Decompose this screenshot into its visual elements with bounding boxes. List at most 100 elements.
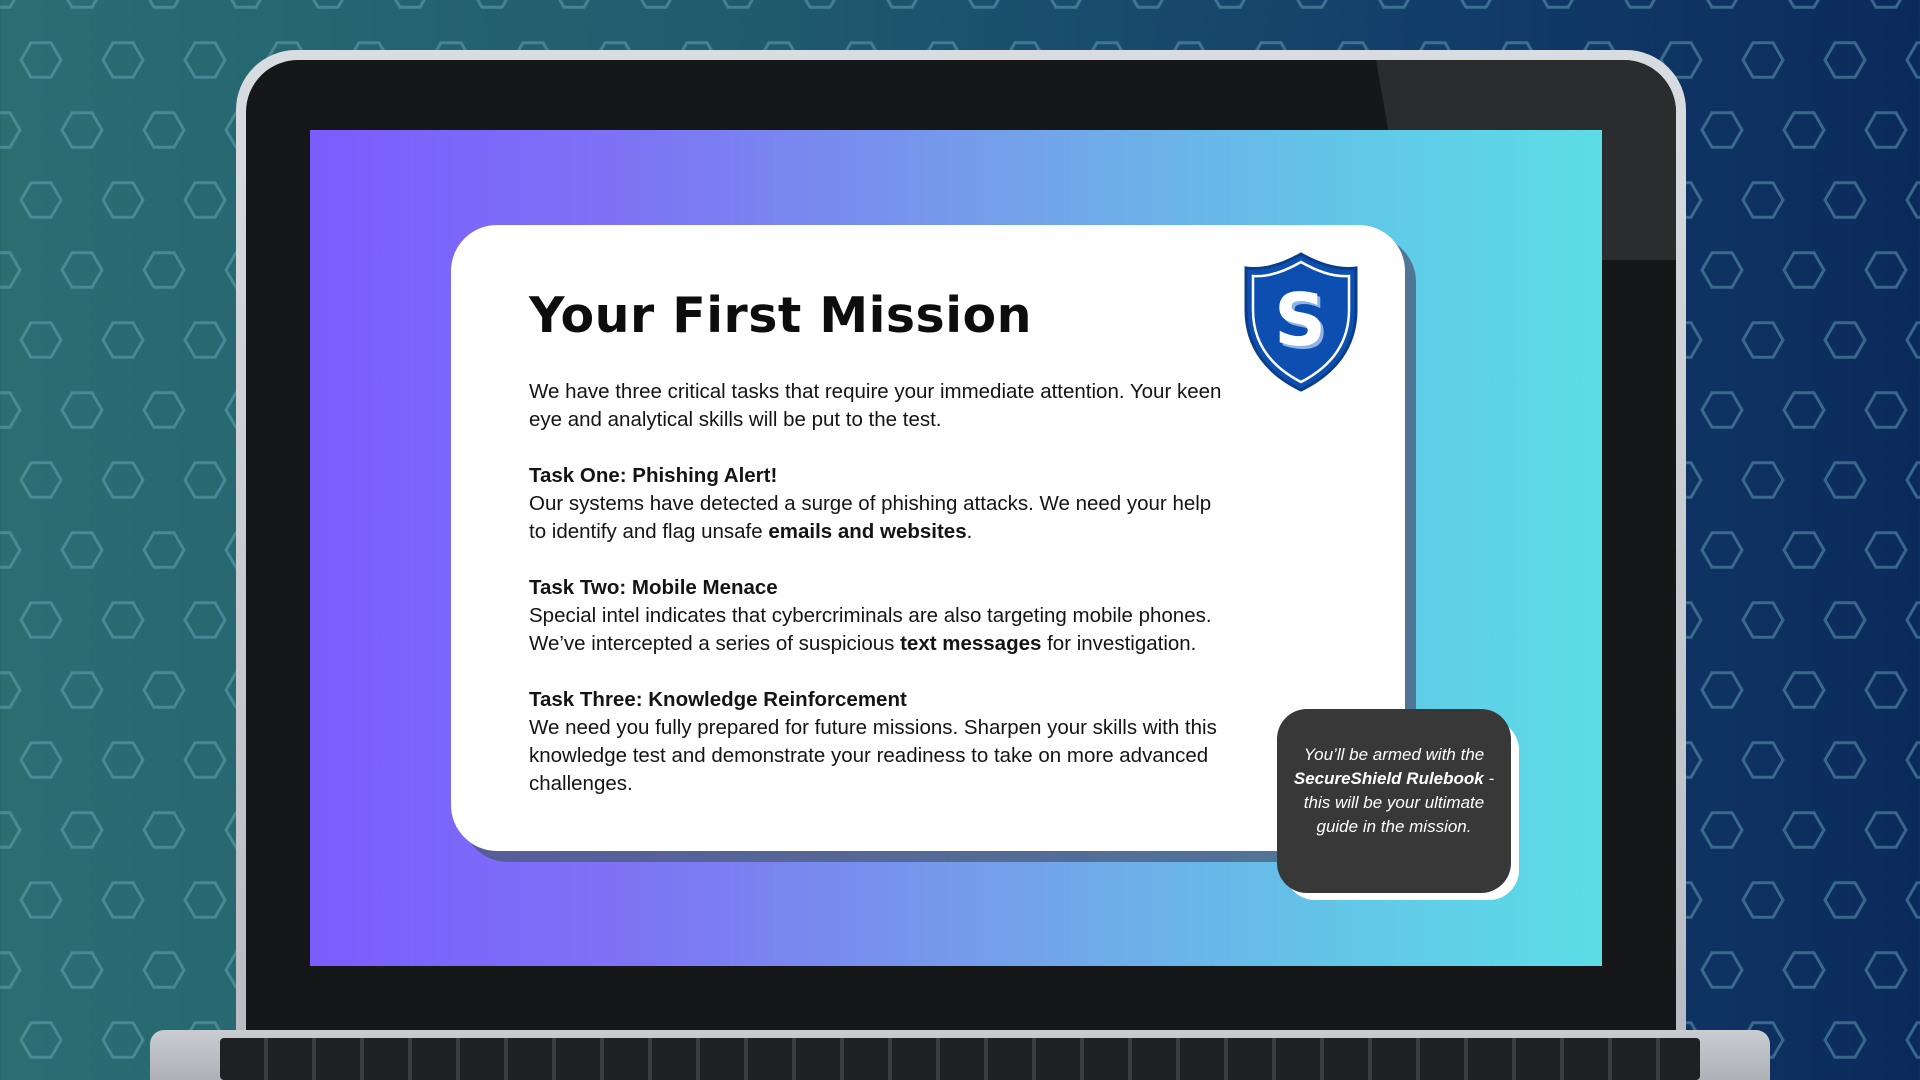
hexagon-shape: [1905, 601, 1920, 639]
hexagon-shape: [1296, 0, 1328, 9]
hexagon-shape: [0, 0, 16, 9]
hexagon-shape: [1905, 1021, 1920, 1059]
hexagon-shape: [1741, 461, 1785, 499]
hexagon-shape: [101, 181, 145, 219]
hexagon-shape: [1823, 881, 1867, 919]
task-three: Task Three: Knowledge Reinforcement We ne…: [529, 686, 1229, 798]
hexagon-shape: [1823, 461, 1867, 499]
hexagon-shape: [1905, 41, 1920, 79]
hexagon-shape: [0, 671, 22, 709]
hexagon-shape: [1823, 1021, 1867, 1059]
hexagon-shape: [1700, 951, 1744, 989]
task-one-highlight: emails and websites: [768, 520, 967, 543]
task-two-highlight: text messages: [900, 632, 1042, 655]
hexagon-shape: [60, 671, 104, 709]
hexagon-shape: [1823, 181, 1867, 219]
hexagon-shape: [1782, 531, 1826, 569]
hexagon-shape: [1823, 321, 1867, 359]
hexagon-shape: [60, 251, 104, 289]
hexagon-shape: [1823, 741, 1867, 779]
hexagon-shape: [0, 111, 22, 149]
hexagon-shape: [0, 251, 22, 289]
hexagon-shape: [1864, 671, 1908, 709]
task-one: Task One: Phishing Alert! Our systems hav…: [529, 462, 1229, 546]
keyboard-keys: [220, 1038, 1700, 1080]
hexagon-shape: [1741, 881, 1785, 919]
hexagon-shape: [0, 391, 22, 429]
hexagon-shape: [0, 811, 22, 849]
hexagon-shape: [1905, 321, 1920, 359]
hexagon-shape: [19, 181, 63, 219]
hexagon-shape: [230, 0, 262, 9]
hexagon-shape: [1700, 531, 1744, 569]
task-two-text-end: for investigation.: [1041, 632, 1197, 655]
hexagon-shape: [0, 531, 22, 569]
mission-intro: We have three critical tasks that requir…: [529, 380, 1222, 431]
hexagon-shape: [101, 601, 145, 639]
hexagon-shape: [1782, 671, 1826, 709]
task-three-title: Task Three: Knowledge Reinforcement: [529, 688, 907, 711]
hexagon-shape: [19, 41, 63, 79]
task-one-text-end: .: [966, 520, 973, 543]
hexagon-shape: [101, 1021, 145, 1059]
tooltip-text: You’ll be armed with the: [1303, 745, 1485, 764]
hexagon-shape: [1864, 391, 1908, 429]
hexagon-shape: [804, 0, 836, 9]
hexagon-shape: [60, 951, 104, 989]
hexagon-shape: [1132, 0, 1164, 9]
hexagon-shape: [640, 0, 672, 9]
hexagon-shape: [394, 0, 426, 9]
hexagon-shape: [101, 881, 145, 919]
hexagon-shape: [101, 461, 145, 499]
hexagon-shape: [0, 951, 22, 989]
hexagon-shape: [142, 531, 186, 569]
tooltip-highlight: SecureShield Rulebook: [1293, 769, 1484, 788]
hexagon-shape: [142, 111, 186, 149]
hexagon-shape: [886, 0, 918, 9]
hexagon-shape: [1741, 181, 1785, 219]
hexagon-shape: [1782, 111, 1826, 149]
hexagon-shape: [558, 0, 590, 9]
hexagon-shape: [60, 811, 104, 849]
hexagon-shape: [1378, 0, 1410, 9]
hexagon-shape: [1700, 811, 1744, 849]
hexagon-shape: [101, 321, 145, 359]
hexagon-shape: [142, 251, 186, 289]
hexagon-shape: [1864, 251, 1908, 289]
hexagon-shape: [19, 321, 63, 359]
hexagon-shape: [476, 0, 508, 9]
hexagon-shape: [19, 1021, 63, 1059]
hexagon-shape: [183, 181, 227, 219]
hexagon-shape: [142, 811, 186, 849]
hexagon-shape: [60, 111, 104, 149]
hexagon-shape: [1782, 391, 1826, 429]
hexagon-shape: [312, 0, 344, 9]
hexagon-shape: [183, 601, 227, 639]
hexagon-shape: [1542, 0, 1574, 9]
mission-body: We have three critical tasks that requir…: [529, 378, 1229, 798]
secureshield-logo-icon: S S: [1244, 252, 1358, 392]
hexagon-shape: [19, 461, 63, 499]
task-three-text: We need you fully prepared for future mi…: [529, 716, 1217, 795]
hexagon-shape: [66, 0, 98, 9]
hexagon-shape: [19, 741, 63, 779]
hexagon-shape: [142, 951, 186, 989]
hexagon-shape: [183, 881, 227, 919]
hexagon-shape: [101, 741, 145, 779]
hexagon-shape: [1788, 0, 1820, 9]
hexagon-shape: [1741, 41, 1785, 79]
hexagon-shape: [148, 0, 180, 9]
task-two-title: Task Two: Mobile Menace: [529, 576, 778, 599]
hexagon-shape: [19, 601, 63, 639]
hexagon-shape: [1741, 321, 1785, 359]
hexagon-shape: [1741, 741, 1785, 779]
hexagon-shape: [1460, 0, 1492, 9]
hexagon-shape: [1905, 181, 1920, 219]
hexagon-shape: [1905, 461, 1920, 499]
hexagon-shape: [1741, 601, 1785, 639]
task-two: Task Two: Mobile Menace Special intel ind…: [529, 574, 1229, 658]
hexagon-shape: [1905, 741, 1920, 779]
hexagon-shape: [1782, 811, 1826, 849]
hexagon-shape: [142, 391, 186, 429]
hexagon-shape: [1864, 951, 1908, 989]
